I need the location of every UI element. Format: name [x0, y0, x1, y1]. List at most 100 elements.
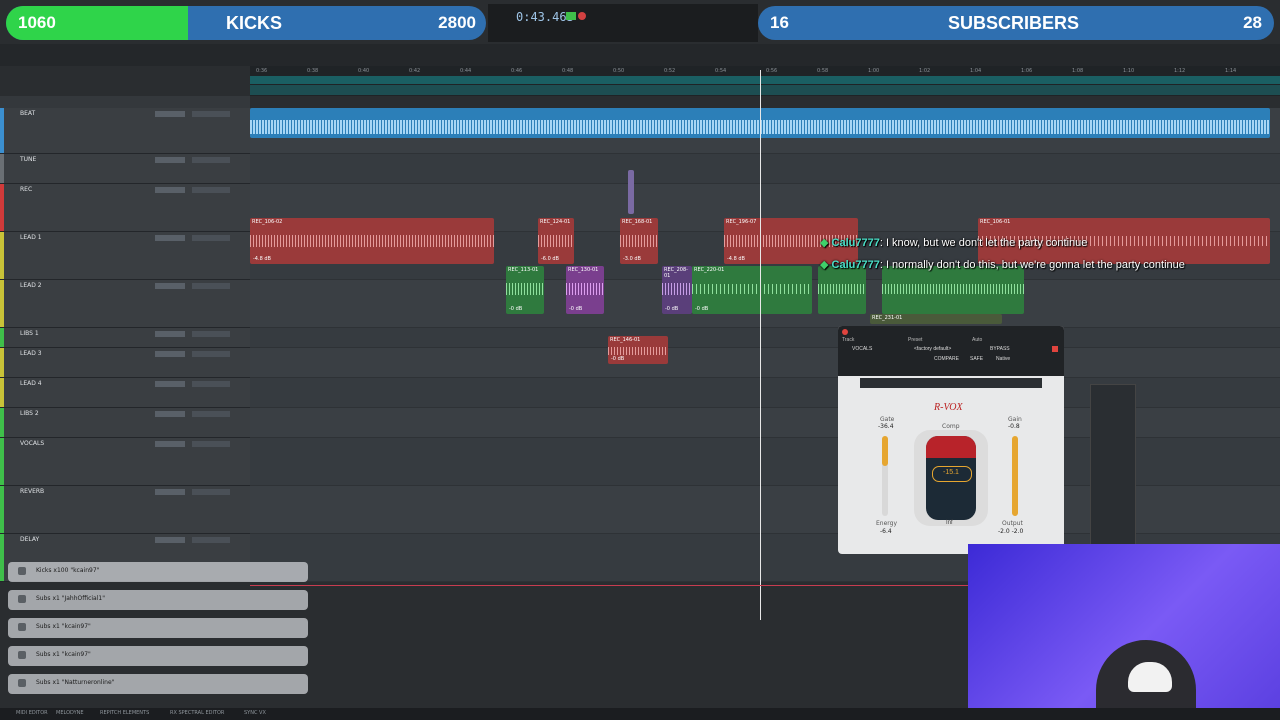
bypass-button[interactable]: BYPASS: [990, 346, 1010, 352]
gain-value: -0.8: [1008, 423, 1020, 430]
ruler-tick-label: 0:42: [409, 68, 421, 74]
insert-slot[interactable]: [155, 111, 185, 117]
track-header-lead-2[interactable]: LEAD 2: [0, 280, 250, 328]
gain-slider[interactable]: [1012, 436, 1018, 516]
track-name[interactable]: LEAD 2: [20, 282, 42, 289]
track-name[interactable]: LEAD 4: [20, 380, 42, 387]
io-selector[interactable]: [192, 187, 230, 193]
insert-slot[interactable]: [155, 411, 185, 417]
lead2-clip-2[interactable]: REC_130-01 -0 dB: [566, 266, 604, 314]
track-name[interactable]: REC: [20, 186, 32, 193]
compare-button[interactable]: COMPARE: [934, 356, 959, 362]
insert-slot[interactable]: [155, 537, 185, 543]
track-name[interactable]: DELAY: [20, 536, 39, 543]
track-name[interactable]: LEAD 1: [20, 234, 42, 241]
insert-slot[interactable]: [155, 283, 185, 289]
track-name[interactable]: VOCALS: [20, 440, 44, 447]
lead3-clip-1[interactable]: REC_146-01 -0 dB: [608, 336, 668, 364]
io-selector[interactable]: [192, 381, 230, 387]
track-header-lead-1[interactable]: LEAD 1: [0, 232, 250, 280]
play-button[interactable]: [566, 12, 576, 20]
mini-mixer-strip[interactable]: [1090, 384, 1136, 546]
io-selector[interactable]: [192, 441, 230, 447]
plugin-header: Track Preset Auto VOCALS <factory defaul…: [838, 326, 1064, 376]
track-name[interactable]: LEAD 3: [20, 350, 42, 357]
insert-slot[interactable]: [155, 441, 185, 447]
clip-waveform: [250, 235, 494, 247]
track-header-vocals[interactable]: VOCALS: [0, 438, 250, 486]
lead1-clip-1[interactable]: REC_106-02 -4.8 dB: [250, 218, 494, 264]
notification-text: Subs x1 "kcain97": [36, 651, 91, 658]
comp-value-badge: -15.1: [932, 466, 972, 482]
clip-gain: -4.8 dB: [253, 256, 271, 262]
lead2-clip-6[interactable]: [882, 266, 1024, 314]
io-selector[interactable]: [192, 283, 230, 289]
track-name[interactable]: LIBS 2: [20, 410, 39, 417]
track-lane[interactable]: [250, 154, 1280, 184]
insert-slot[interactable]: [155, 351, 185, 357]
tune-marker-clip[interactable]: [628, 170, 634, 214]
playhead[interactable]: [760, 70, 761, 620]
insert-slot[interactable]: [155, 381, 185, 387]
io-selector[interactable]: [192, 489, 230, 495]
io-selector[interactable]: [192, 331, 230, 337]
insert-slot[interactable]: [155, 331, 185, 337]
lead2-clip-4[interactable]: REC_220-01 -0 dB: [692, 266, 812, 314]
repitch-tab[interactable]: REPITCH ELEMENTS: [100, 710, 149, 716]
ruler-tick-label: 0:52: [664, 68, 676, 74]
lead2-clip-3[interactable]: REC_208-01 -0 dB: [662, 266, 692, 314]
melodyne-tab[interactable]: MELODYNE: [56, 710, 84, 716]
insert-slot[interactable]: [155, 157, 185, 163]
track-header-lead-3[interactable]: LEAD 3: [0, 348, 250, 378]
io-selector[interactable]: [192, 411, 230, 417]
power-icon[interactable]: [1052, 346, 1058, 352]
timeline-ruler[interactable]: 0:36 0:38 0:40 0:42 0:44 0:46 0:48 0:50 0:52 0:54…: [250, 66, 1280, 96]
track-lane[interactable]: [250, 348, 1280, 378]
insert-slot[interactable]: [155, 235, 185, 241]
midi-editor-tab[interactable]: MIDI EDITOR: [16, 710, 48, 716]
lead1-clip-2[interactable]: REC_124-01 -6.0 dB: [538, 218, 574, 264]
notification-icon: [18, 623, 26, 631]
ruler-tick-label: 1:04: [970, 68, 982, 74]
native-button[interactable]: Native: [996, 356, 1010, 362]
track-list: BEAT TUNE REC LEAD 1 LEAD 2 LIBS 1 LEAD 3 LEAD …: [0, 96, 250, 582]
close-icon[interactable]: [842, 329, 848, 335]
gate-slider[interactable]: [882, 436, 888, 516]
track-lane[interactable]: [250, 328, 1280, 348]
lead1-clip-3[interactable]: REC_168-01 -3.0 dB: [620, 218, 658, 264]
clip-name: REC_113-01: [508, 267, 539, 273]
track-name[interactable]: BEAT: [20, 110, 35, 117]
track-header-libs-1[interactable]: LIBS 1: [0, 328, 250, 348]
lead2-clip-5[interactable]: [818, 266, 866, 314]
io-selector[interactable]: [192, 351, 230, 357]
record-button[interactable]: [578, 12, 586, 20]
io-selector[interactable]: [192, 157, 230, 163]
track-header-lead-4[interactable]: LEAD 4: [0, 378, 250, 408]
io-selector[interactable]: [192, 235, 230, 241]
track-name[interactable]: TUNE: [20, 156, 36, 163]
rvox-plugin-window[interactable]: Track Preset Auto VOCALS <factory defaul…: [838, 326, 1064, 554]
track-select[interactable]: VOCALS: [852, 346, 872, 352]
track-name[interactable]: REVERB: [20, 488, 44, 495]
plugin-toolbar[interactable]: [860, 378, 1042, 388]
track-header-libs-2[interactable]: LIBS 2: [0, 408, 250, 438]
notification-icon: [18, 567, 26, 575]
rx-spectral-tab[interactable]: RX SPECTRAL EDITOR: [170, 710, 224, 716]
sync-vx-tab[interactable]: SYNC VX: [244, 710, 266, 716]
ruler-tick-label: 1:00: [868, 68, 880, 74]
track-color-strip: [0, 408, 4, 437]
track-header-rec[interactable]: REC: [0, 184, 250, 232]
track-header-beat[interactable]: BEAT: [0, 108, 250, 154]
safe-button[interactable]: SAFE: [970, 356, 983, 362]
insert-slot[interactable]: [155, 489, 185, 495]
insert-slot[interactable]: [155, 187, 185, 193]
lead2-clip-label-231[interactable]: REC_231-01: [870, 314, 1002, 324]
comp-knob[interactable]: -15.1 Inf: [914, 430, 988, 526]
track-header-reverb[interactable]: REVERB: [0, 486, 250, 534]
track-header-tune[interactable]: TUNE: [0, 154, 250, 184]
track-name[interactable]: LIBS 1: [20, 330, 39, 337]
lead2-clip-1[interactable]: REC_113-01 -0 dB: [506, 266, 544, 314]
io-selector[interactable]: [192, 537, 230, 543]
preset-select[interactable]: <factory default>: [914, 346, 951, 352]
io-selector[interactable]: [192, 111, 230, 117]
